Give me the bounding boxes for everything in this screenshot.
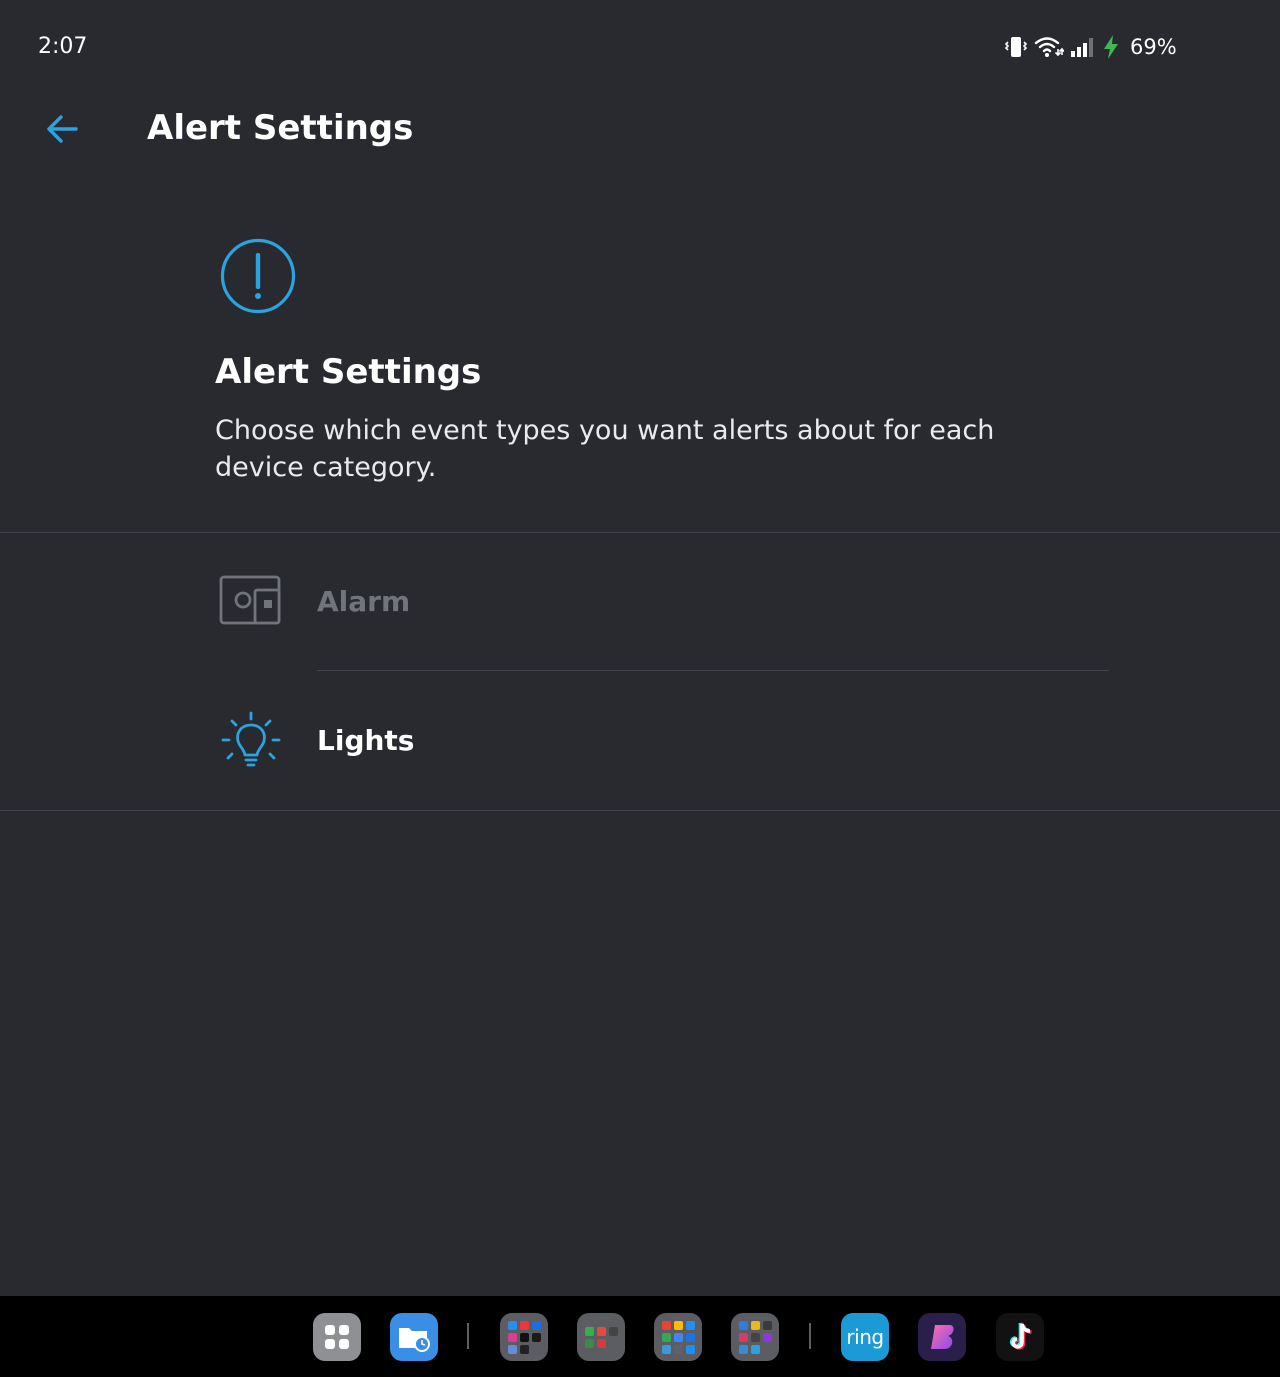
tiktok-icon [1009,1322,1032,1350]
charging-icon [1104,35,1118,59]
arrow-left-icon [47,115,78,143]
section-description: Choose which event types you want alerts… [215,415,995,483]
stylized-b-icon [931,1325,954,1349]
taskbar: ring [0,1296,1280,1377]
app-folder-tools[interactable] [731,1313,779,1361]
page-title: Alert Settings [147,108,414,148]
apps-grid-button[interactable] [313,1313,361,1361]
wifi-icon [1034,37,1064,57]
alert-settings-screen: 2:07 69% Alert Settings Alert Settings C… [0,0,1280,1377]
app-folder-media[interactable] [577,1313,625,1361]
vibrate-icon [1004,37,1028,57]
folder-clock-icon [399,1328,430,1352]
app-folder-social[interactable] [500,1313,548,1361]
alarm-base-icon [219,575,281,625]
my-files-button[interactable] [390,1313,438,1361]
pen-app-button[interactable] [918,1313,966,1361]
divider-bottom [0,810,1280,811]
divider-inner [317,670,1109,671]
status-time: 2:07 [38,34,88,59]
category-label-alarm: Alarm [317,585,411,618]
lightbulb-icon [221,711,281,767]
app-folder-google[interactable] [654,1313,702,1361]
section-title: Alert Settings [215,352,482,392]
battery-percent: 69% [1130,35,1177,59]
status-icons: 69% [1004,32,1177,62]
apps-grid-icon [325,1325,349,1349]
category-row-lights[interactable]: Lights [0,672,1280,810]
taskbar-separator [467,1323,469,1349]
alert-circle-icon [220,238,296,314]
category-label-lights: Lights [317,724,415,757]
category-row-alarm[interactable]: Alarm [0,533,1280,671]
taskbar-separator [809,1323,811,1349]
back-button[interactable] [36,106,88,152]
signal-icon [1071,38,1093,57]
ring-logo: ring [846,1325,884,1349]
tiktok-app-button[interactable] [996,1313,1044,1361]
ring-app-button[interactable]: ring [841,1313,889,1361]
